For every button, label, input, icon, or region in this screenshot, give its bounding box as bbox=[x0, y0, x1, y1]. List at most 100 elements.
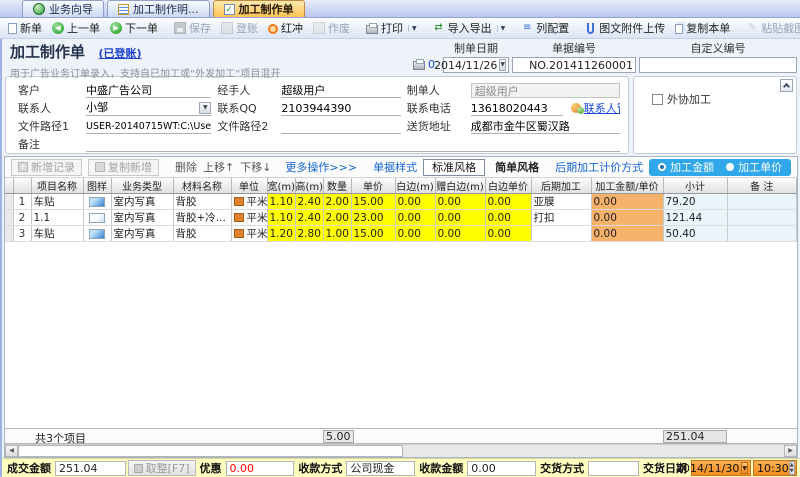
spinner-down-icon[interactable]: ▼ bbox=[790, 468, 794, 474]
cell-gift_margin[interactable]: 0.00 bbox=[435, 194, 485, 210]
cell-process_amount[interactable]: 0.00 bbox=[591, 226, 663, 242]
row-selector[interactable] bbox=[5, 226, 13, 242]
column-header-高(m)[interactable]: 高(m) bbox=[295, 178, 323, 194]
contact-manage-link[interactable]: 联系人管理 bbox=[571, 100, 620, 116]
column-header-单位[interactable]: 单位 bbox=[231, 178, 267, 194]
cell-process_amount[interactable]: 0.00 bbox=[591, 210, 663, 226]
column-header-单价[interactable]: 单价 bbox=[351, 178, 395, 194]
phone-field[interactable]: 13618020443 bbox=[471, 101, 563, 116]
row-selector[interactable] bbox=[5, 210, 13, 226]
cell-material[interactable]: 背胶+冷... bbox=[173, 210, 231, 226]
cell-remark[interactable] bbox=[727, 226, 797, 242]
deal-amount-field[interactable]: 251.04 bbox=[55, 461, 126, 476]
scroll-right-icon[interactable]: ▶ bbox=[784, 445, 797, 457]
red-flush-button[interactable]: 红冲 bbox=[264, 19, 307, 37]
handler-field[interactable]: 超级用户 bbox=[281, 83, 400, 98]
standard-style-button[interactable]: 标准风格 bbox=[423, 159, 485, 176]
discount-field[interactable]: 0.00 bbox=[226, 461, 295, 476]
cell-qty[interactable]: 2.00 bbox=[323, 194, 351, 210]
pricing-radio-option[interactable]: 加工单价 bbox=[726, 159, 782, 175]
cell-gift_margin[interactable]: 0.00 bbox=[435, 210, 485, 226]
scrollbar-thumb[interactable] bbox=[18, 445, 403, 457]
cell-material[interactable]: 背胶 bbox=[173, 194, 231, 210]
remark-field[interactable] bbox=[86, 137, 620, 152]
cell-name[interactable]: 车贴 bbox=[31, 226, 83, 242]
column-header-业务类型[interactable]: 业务类型 bbox=[111, 178, 173, 194]
checkbox-icon[interactable] bbox=[652, 94, 663, 105]
contact-dropdown[interactable]: 小邹 ▼ bbox=[86, 101, 211, 116]
cell-height[interactable]: 2.40 bbox=[295, 210, 323, 226]
delivery-time-field[interactable]: 10:30 ▲▼ bbox=[753, 460, 797, 476]
column-header-材料名称[interactable]: 材料名称 bbox=[173, 178, 231, 194]
cell-height[interactable]: 2.80 bbox=[295, 226, 323, 242]
order-date-field[interactable]: 2014/11/26 ▼ bbox=[443, 57, 509, 73]
cell-gift_margin[interactable]: 0.00 bbox=[435, 226, 485, 242]
chevron-down-icon[interactable]: ▼ bbox=[199, 102, 211, 114]
column-header-宽(m)[interactable]: 宽(m) bbox=[267, 178, 295, 194]
cell-price[interactable]: 23.00 bbox=[351, 210, 395, 226]
delete-row-button[interactable]: 删除 bbox=[175, 159, 197, 175]
collapse-panel-button[interactable] bbox=[780, 79, 793, 92]
column-header-后期加工[interactable]: 后期加工 bbox=[531, 178, 591, 194]
cell-margin[interactable]: 0.00 bbox=[395, 194, 435, 210]
new-doc-button[interactable]: 新单 bbox=[4, 19, 46, 37]
column-header-备 注[interactable]: 备 注 bbox=[727, 178, 797, 194]
cell-margin_price[interactable]: 0.00 bbox=[485, 194, 531, 210]
print-button[interactable]: 打印▼ bbox=[362, 19, 421, 37]
cell-material[interactable]: 背胶 bbox=[173, 226, 231, 242]
cell-thumb[interactable] bbox=[83, 226, 111, 242]
column-config-button[interactable]: ≡列配置 bbox=[517, 19, 573, 37]
copy-button[interactable]: 复制本单 bbox=[671, 19, 734, 37]
cell-qty[interactable]: 2.00 bbox=[323, 210, 351, 226]
qq-field[interactable]: 2103944390 bbox=[281, 101, 400, 116]
grid-empty-area[interactable] bbox=[5, 242, 797, 428]
column-header[interactable] bbox=[13, 178, 31, 194]
doc-style-link[interactable]: 单据样式 bbox=[373, 159, 417, 175]
file-path1-field[interactable]: USER-20140715WT:C:\Users bbox=[86, 119, 211, 134]
pay-amount-field[interactable]: 0.00 bbox=[467, 461, 536, 476]
cell-unit[interactable]: 平米 bbox=[231, 226, 267, 242]
cell-height[interactable]: 2.40 bbox=[295, 194, 323, 210]
chevron-down-icon[interactable]: ▼ bbox=[741, 462, 748, 474]
move-down-button[interactable]: 下移↓ bbox=[240, 159, 271, 175]
next-button[interactable]: ▶下一单 bbox=[106, 19, 162, 37]
outsource-checkbox-row[interactable]: 外协加工 bbox=[652, 91, 796, 107]
cell-margin_price[interactable]: 0.00 bbox=[485, 210, 531, 226]
cell-qty[interactable]: 1.00 bbox=[323, 226, 351, 242]
cell-margin[interactable]: 0.00 bbox=[395, 210, 435, 226]
delivery-address-field[interactable]: 成都市金牛区蜀汉路 bbox=[471, 119, 620, 134]
cell-unit[interactable]: 平米 bbox=[231, 194, 267, 210]
chevron-down-icon[interactable]: ▼ bbox=[497, 25, 506, 32]
file-path2-field[interactable] bbox=[281, 119, 400, 134]
move-up-button[interactable]: 上移↑ bbox=[203, 159, 234, 175]
cell-price[interactable]: 15.00 bbox=[351, 226, 395, 242]
cell-post_process[interactable]: 亚膜 bbox=[531, 194, 591, 210]
cell-price[interactable]: 15.00 bbox=[351, 194, 395, 210]
cell-margin[interactable]: 0.00 bbox=[395, 226, 435, 242]
cell-width[interactable]: 1.10 bbox=[267, 194, 295, 210]
attachment-button[interactable]: 图文附件上传 bbox=[581, 19, 669, 37]
tab-1[interactable]: 加工制作明... bbox=[107, 0, 210, 17]
photo-thumbnail-light[interactable] bbox=[89, 213, 105, 223]
column-header-小计[interactable]: 小计 bbox=[663, 178, 727, 194]
delivery-method-field[interactable] bbox=[588, 461, 639, 476]
cell-remark[interactable] bbox=[727, 194, 797, 210]
simple-style-button[interactable]: 简单风格 bbox=[491, 158, 543, 176]
column-header-赠白边(m)[interactable]: 赠白边(m) bbox=[435, 178, 485, 194]
cell-width[interactable]: 1.20 bbox=[267, 226, 295, 242]
cell-type[interactable]: 室内写真 bbox=[111, 210, 173, 226]
chevron-down-icon[interactable]: ▼ bbox=[408, 25, 417, 32]
cell-post_process[interactable] bbox=[531, 226, 591, 242]
column-header-图样[interactable]: 图样 bbox=[83, 178, 111, 194]
column-header-加工金额/单价[interactable]: 加工金额/单价 bbox=[591, 178, 663, 194]
cell-width[interactable]: 1.10 bbox=[267, 210, 295, 226]
tab-0[interactable]: 业务向导 bbox=[22, 0, 104, 17]
chevron-down-icon[interactable]: ▼ bbox=[499, 59, 506, 71]
delivery-date-field[interactable]: 2014/11/30 ▼ bbox=[691, 460, 751, 476]
customer-field[interactable]: 中盛广告公司 bbox=[86, 83, 211, 98]
cell-thumb[interactable] bbox=[83, 194, 111, 210]
cell-unit[interactable]: 平米 bbox=[231, 210, 267, 226]
cell-post_process[interactable]: 打扣 bbox=[531, 210, 591, 226]
doc-no-field[interactable]: NO.201411260001 bbox=[512, 57, 636, 73]
cell-remark[interactable] bbox=[727, 210, 797, 226]
